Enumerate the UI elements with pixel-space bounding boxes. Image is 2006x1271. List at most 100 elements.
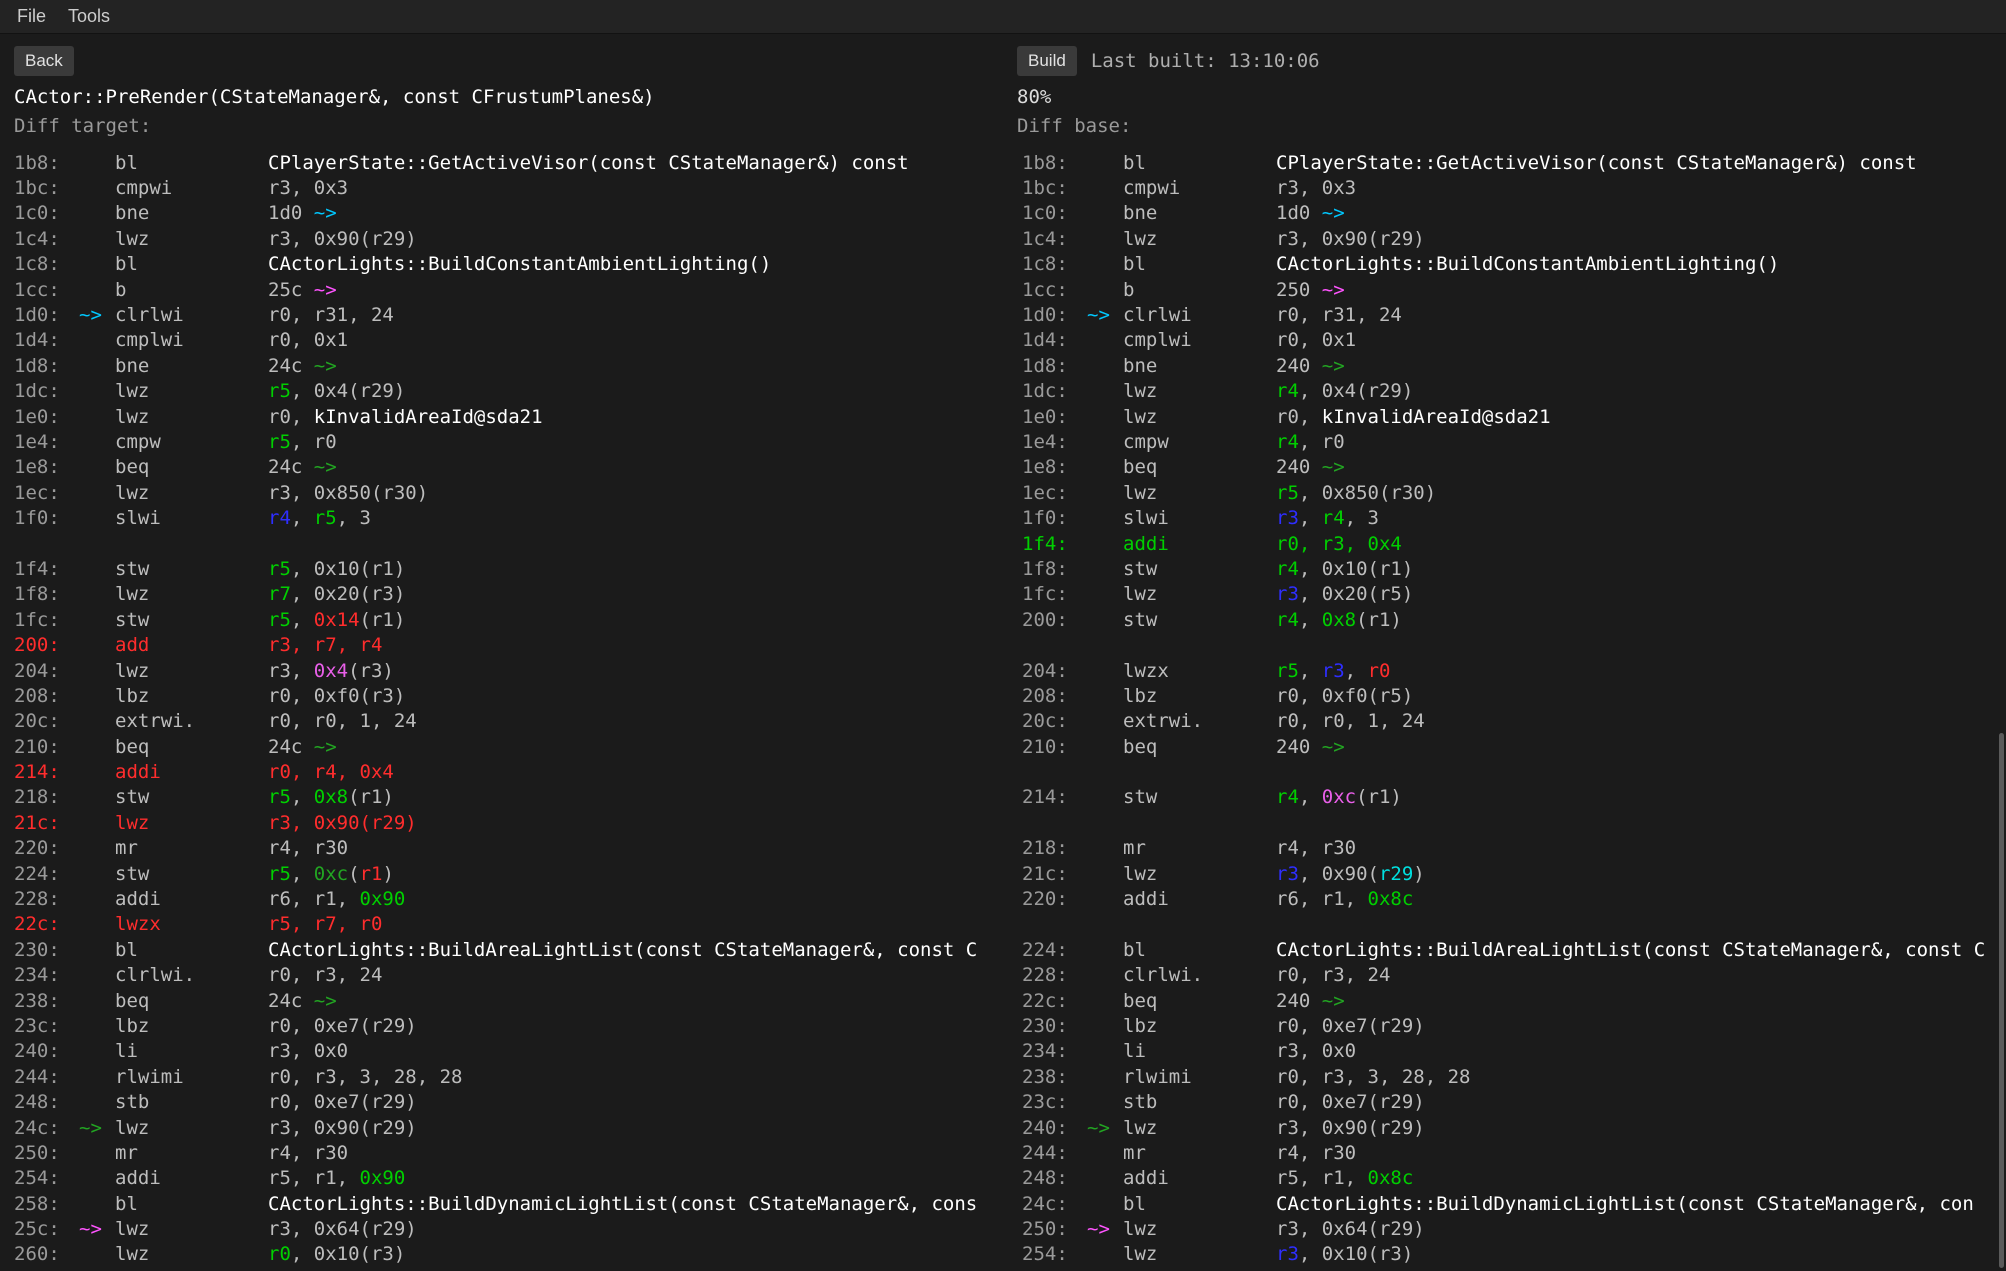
asm-row[interactable]: 230:blCActorLights::BuildAreaLightList(c… (0, 937, 1008, 962)
asm-operands: r5, r0 (268, 431, 1008, 453)
menu-tools[interactable]: Tools (57, 2, 121, 31)
asm-address: 1e4: (1022, 431, 1087, 453)
asm-row[interactable]: 1c0:bne1d0 ~> (1008, 201, 2006, 226)
build-button[interactable]: Build (1017, 46, 1077, 76)
asm-row[interactable]: 238:beq24c ~> (0, 988, 1008, 1013)
asm-row[interactable]: 1dc:lwzr4, 0x4(r29) (1008, 379, 2006, 404)
asm-row[interactable]: 210:beq240 ~> (1008, 734, 2006, 759)
asm-row[interactable]: 1c8:blCActorLights::BuildConstantAmbient… (1008, 252, 2006, 277)
asm-row[interactable]: 1f4:addir0, r3, 0x4 (1008, 531, 2006, 556)
asm-row[interactable]: 24c:blCActorLights::BuildDynamicLightLis… (1008, 1191, 2006, 1216)
asm-row[interactable]: 244:mrr4, r30 (1008, 1140, 2006, 1165)
asm-row[interactable]: 224:blCActorLights::BuildAreaLightList(c… (1008, 937, 2006, 962)
asm-row[interactable]: 1c4:lwzr3, 0x90(r29) (1008, 226, 2006, 251)
asm-row[interactable]: 204:lwzr3, 0x4(r3) (0, 658, 1008, 683)
asm-row[interactable]: 248:addir5, r1, 0x8c (1008, 1166, 2006, 1191)
asm-row[interactable]: 1e8:beq240 ~> (1008, 455, 2006, 480)
asm-mnemonic: lwz (1123, 1117, 1276, 1139)
asm-row[interactable]: 1fc:lwzr3, 0x20(r5) (1008, 582, 2006, 607)
asm-operand-token: r5 (268, 863, 291, 885)
asm-row[interactable]: 1e0:lwzr0, kInvalidAreaId@sda21 (1008, 404, 2006, 429)
asm-row[interactable]: 1cc:b25c ~> (0, 277, 1008, 302)
asm-row[interactable]: 248:stbr0, 0xe7(r29) (0, 1089, 1008, 1114)
asm-row[interactable]: 21c:lwzr3, 0x90(r29) (1008, 861, 2006, 886)
asm-row[interactable]: 1bc:cmpwir3, 0x3 (0, 175, 1008, 200)
asm-row[interactable]: 218:mrr4, r30 (1008, 836, 2006, 861)
asm-row[interactable]: 23c:lbzr0, 0xe7(r29) (0, 1013, 1008, 1038)
asm-row[interactable]: 1f4:stwr5, 0x10(r1) (0, 556, 1008, 581)
asm-row[interactable]: 1cc:b250 ~> (1008, 277, 2006, 302)
asm-row[interactable]: 238:rlwimir0, r3, 3, 28, 28 (1008, 1064, 2006, 1089)
asm-operands: CPlayerState::GetActiveVisor(const CStat… (1276, 152, 2006, 174)
asm-row[interactable]: 208:lbzr0, 0xf0(r3) (0, 683, 1008, 708)
asm-row[interactable]: 1f8:lwzr7, 0x20(r3) (0, 582, 1008, 607)
asm-row[interactable]: 1c8:blCActorLights::BuildConstantAmbient… (0, 252, 1008, 277)
asm-row[interactable]: 1b8:blCPlayerState::GetActiveVisor(const… (0, 150, 1008, 175)
asm-row[interactable]: 1e0:lwzr0, kInvalidAreaId@sda21 (0, 404, 1008, 429)
asm-row[interactable]: 220:addir6, r1, 0x8c (1008, 886, 2006, 911)
asm-row[interactable]: 244:rlwimir0, r3, 3, 28, 28 (0, 1064, 1008, 1089)
asm-operand-token: , 0x20(r5) (1299, 583, 1413, 605)
asm-row[interactable]: 22c:beq240 ~> (1008, 988, 2006, 1013)
asm-row[interactable]: 254:lwzr3, 0x10(r3) (1008, 1242, 2006, 1267)
asm-row[interactable]: 1d8:bne240 ~> (1008, 353, 2006, 378)
diff-base-label: Diff base: (1017, 115, 1320, 137)
asm-mnemonic: bl (115, 253, 268, 275)
asm-row[interactable]: 1ec:lwzr5, 0x850(r30) (1008, 480, 2006, 505)
asm-row[interactable]: 22c:lwzxr5, r7, r0 (0, 912, 1008, 937)
asm-row[interactable]: 1dc:lwzr5, 0x4(r29) (0, 379, 1008, 404)
asm-row[interactable]: 200:addr3, r7, r4 (0, 632, 1008, 657)
asm-row[interactable]: 258:blCActorLights::BuildDynamicLightLis… (0, 1191, 1008, 1216)
asm-row[interactable]: 1d0:~>clrlwir0, r31, 24 (0, 302, 1008, 327)
asm-row[interactable]: 1e4:cmpwr4, r0 (1008, 429, 2006, 454)
asm-operand-token: 240 (1276, 736, 1322, 758)
asm-row[interactable]: 208:lbzr0, 0xf0(r5) (1008, 683, 2006, 708)
asm-row[interactable]: 1e4:cmpwr5, r0 (0, 429, 1008, 454)
asm-row[interactable]: 210:beq24c ~> (0, 734, 1008, 759)
asm-row[interactable]: 20c:extrwi.r0, r0, 1, 24 (1008, 709, 2006, 734)
asm-row[interactable]: 1bc:cmpwir3, 0x3 (1008, 175, 2006, 200)
asm-row[interactable]: 234:lir3, 0x0 (1008, 1039, 2006, 1064)
asm-operands: r4, 0x10(r1) (1276, 558, 2006, 580)
asm-row[interactable]: 218:stwr5, 0x8(r1) (0, 785, 1008, 810)
asm-row[interactable]: 23c:stbr0, 0xe7(r29) (1008, 1089, 2006, 1114)
asm-row[interactable]: 204:lwzxr5, r3, r0 (1008, 658, 2006, 683)
asm-row[interactable]: 1c0:bne1d0 ~> (0, 201, 1008, 226)
asm-row[interactable]: 1d4:cmplwir0, 0x1 (0, 328, 1008, 353)
asm-row[interactable]: 250:~>lwzr3, 0x64(r29) (1008, 1216, 2006, 1241)
asm-row[interactable]: 200:stwr4, 0x8(r1) (1008, 607, 2006, 632)
asm-row[interactable]: 234:clrlwi.r0, r3, 24 (0, 963, 1008, 988)
asm-row[interactable]: 214:stwr4, 0xc(r1) (1008, 785, 2006, 810)
asm-row[interactable]: 1d0:~>clrlwir0, r31, 24 (1008, 302, 2006, 327)
asm-row[interactable]: 1d8:bne24c ~> (0, 353, 1008, 378)
asm-row[interactable]: 1f0:slwir3, r4, 3 (1008, 505, 2006, 530)
asm-row[interactable]: 1f0:slwir4, r5, 3 (0, 505, 1008, 530)
asm-row[interactable]: 214:addir0, r4, 0x4 (0, 759, 1008, 784)
asm-row[interactable]: 224:stwr5, 0xc(r1) (0, 861, 1008, 886)
asm-row[interactable]: 240:lir3, 0x0 (0, 1039, 1008, 1064)
asm-row[interactable]: 1d4:cmplwir0, 0x1 (1008, 328, 2006, 353)
asm-row[interactable]: 240:~>lwzr3, 0x90(r29) (1008, 1115, 2006, 1140)
asm-row[interactable]: 1ec:lwzr3, 0x850(r30) (0, 480, 1008, 505)
asm-row[interactable]: 24c:~>lwzr3, 0x90(r29) (0, 1115, 1008, 1140)
asm-row[interactable]: 260:lwzr0, 0x10(r3) (0, 1242, 1008, 1267)
asm-row[interactable]: 20c:extrwi.r0, r0, 1, 24 (0, 709, 1008, 734)
asm-row[interactable]: 220:mrr4, r30 (0, 836, 1008, 861)
asm-row[interactable]: 1fc:stwr5, 0x14(r1) (0, 607, 1008, 632)
asm-row[interactable]: 1b8:blCPlayerState::GetActiveVisor(const… (1008, 150, 2006, 175)
asm-row[interactable]: 1f8:stwr4, 0x10(r1) (1008, 556, 2006, 581)
menu-file[interactable]: File (6, 2, 57, 31)
asm-row[interactable]: 228:addir6, r1, 0x90 (0, 886, 1008, 911)
asm-operand-token: 0x8c (1368, 1167, 1414, 1189)
asm-row[interactable]: 250:mrr4, r30 (0, 1140, 1008, 1165)
asm-row[interactable]: 228:clrlwi.r0, r3, 24 (1008, 963, 2006, 988)
back-button[interactable]: Back (14, 46, 74, 76)
asm-row[interactable]: 230:lbzr0, 0xe7(r29) (1008, 1013, 2006, 1038)
asm-row[interactable]: 1e8:beq24c ~> (0, 455, 1008, 480)
asm-row[interactable]: 254:addir5, r1, 0x90 (0, 1166, 1008, 1191)
asm-row[interactable]: 21c:lwzr3, 0x90(r29) (0, 810, 1008, 835)
asm-row[interactable]: 1c4:lwzr3, 0x90(r29) (0, 226, 1008, 251)
scrollbar[interactable] (1999, 733, 2004, 1268)
asm-operand-token: , (1299, 507, 1322, 529)
asm-row[interactable]: 25c:~>lwzr3, 0x64(r29) (0, 1216, 1008, 1241)
